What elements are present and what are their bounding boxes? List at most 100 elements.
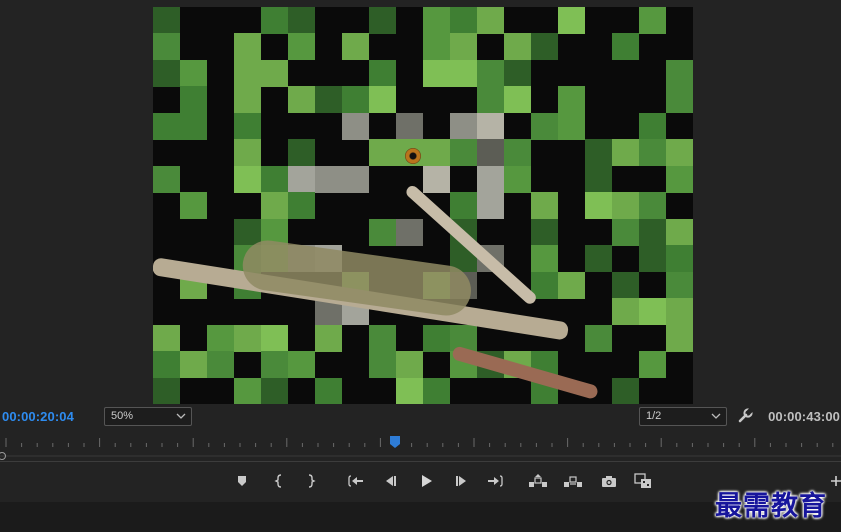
comparison-view-button[interactable] [632,470,654,492]
extract-icon [564,476,582,487]
mosaic-block [612,298,639,326]
step-back-button[interactable] [380,470,402,492]
playhead-marker [390,436,400,448]
mosaic-block [153,7,180,34]
mosaic-block [288,33,315,61]
mosaic-block [666,271,693,299]
mosaic-block [288,86,315,114]
mosaic-block [612,139,639,167]
export-frame-button[interactable] [598,470,620,492]
lift-button[interactable] [527,470,549,492]
compare-icon [634,473,651,488]
resolution-value: 1/2 [646,410,662,422]
mosaic-block [396,377,423,404]
mosaic-block [207,324,234,352]
mosaic-block [234,165,261,193]
watermark-logo: 最需教育 [715,491,827,522]
add-button-plus-icon[interactable] [831,476,841,486]
mosaic-block [477,86,504,114]
mosaic-block [369,59,396,87]
mosaic-block [639,218,666,246]
zoom-level-dropdown[interactable]: 50% [104,407,192,426]
current-timecode[interactable]: 00:00:20:04 [2,409,74,424]
mosaic-block [450,139,477,167]
playback-resolution-dropdown[interactable]: 1/2 [639,407,727,426]
mosaic-block [261,351,288,379]
mosaic-block [288,192,315,220]
mosaic-block [639,351,666,379]
mosaic-block [180,192,207,220]
mosaic-block [504,139,531,167]
mosaic-block [477,192,504,220]
mosaic-block [531,245,558,273]
mosaic-block [423,7,450,34]
mosaic-block [288,165,315,193]
mosaic-block [369,218,396,246]
mosaic-block [558,7,585,34]
mosaic-block [477,7,504,34]
mosaic-block [666,86,693,114]
mosaic-block [450,112,477,140]
mosaic-block [639,112,666,140]
marker-icon [238,476,246,486]
mosaic-block [666,298,693,326]
mosaic-block [585,165,612,193]
mosaic-block [234,33,261,61]
mosaic-block [558,86,585,114]
mosaic-block [288,7,315,34]
mark-out-button[interactable] [300,470,322,492]
mosaic-block [639,298,666,326]
go-to-in-icon [348,475,363,487]
mosaic-block [207,351,234,379]
wrench-icon[interactable] [737,408,753,424]
mosaic-block [477,139,504,167]
go-to-out-button[interactable] [484,470,506,492]
mosaic-block [612,192,639,220]
go-to-in-button[interactable] [345,470,367,492]
mosaic-block [504,33,531,61]
eye-shape [405,148,421,164]
mosaic-block [423,324,450,352]
mosaic-block [531,218,558,246]
lift-icon [529,474,547,487]
mosaic-block [666,245,693,273]
mosaic-block [639,192,666,220]
chevron-down-icon [176,413,186,419]
mosaic-block [153,377,180,404]
mosaic-block [639,245,666,273]
mosaic-block [180,59,207,87]
mosaic-block [612,33,639,61]
mosaic-block [180,86,207,114]
step-forward-button[interactable] [450,470,472,492]
mosaic-block [261,377,288,404]
mosaic-block [504,86,531,114]
time-ruler[interactable] [0,434,841,462]
mosaic-block [558,271,585,299]
mark-in-button[interactable] [268,470,290,492]
mosaic-block [369,324,396,352]
mosaic-block [477,112,504,140]
mosaic-block [423,59,450,87]
mosaic-block [315,86,342,114]
camera-icon [602,475,616,487]
program-monitor-frame [153,7,693,404]
mark-out-icon [308,474,316,488]
play-button[interactable] [415,470,437,492]
mosaic-block [261,165,288,193]
mosaic-block [315,324,342,352]
mosaic-block [369,7,396,34]
mosaic-block [153,324,180,352]
step-back-icon [386,476,396,486]
mosaic-block [153,112,180,140]
mosaic-block [423,33,450,61]
mosaic-block [585,192,612,220]
mosaic-block [315,377,342,404]
mosaic-block [234,139,261,167]
play-icon [422,475,432,487]
add-marker-button[interactable] [231,470,253,492]
step-forward-icon [456,476,466,486]
mosaic-block [666,59,693,87]
scrubber-track [0,461,841,462]
mosaic-block [666,139,693,167]
extract-button[interactable] [562,470,584,492]
